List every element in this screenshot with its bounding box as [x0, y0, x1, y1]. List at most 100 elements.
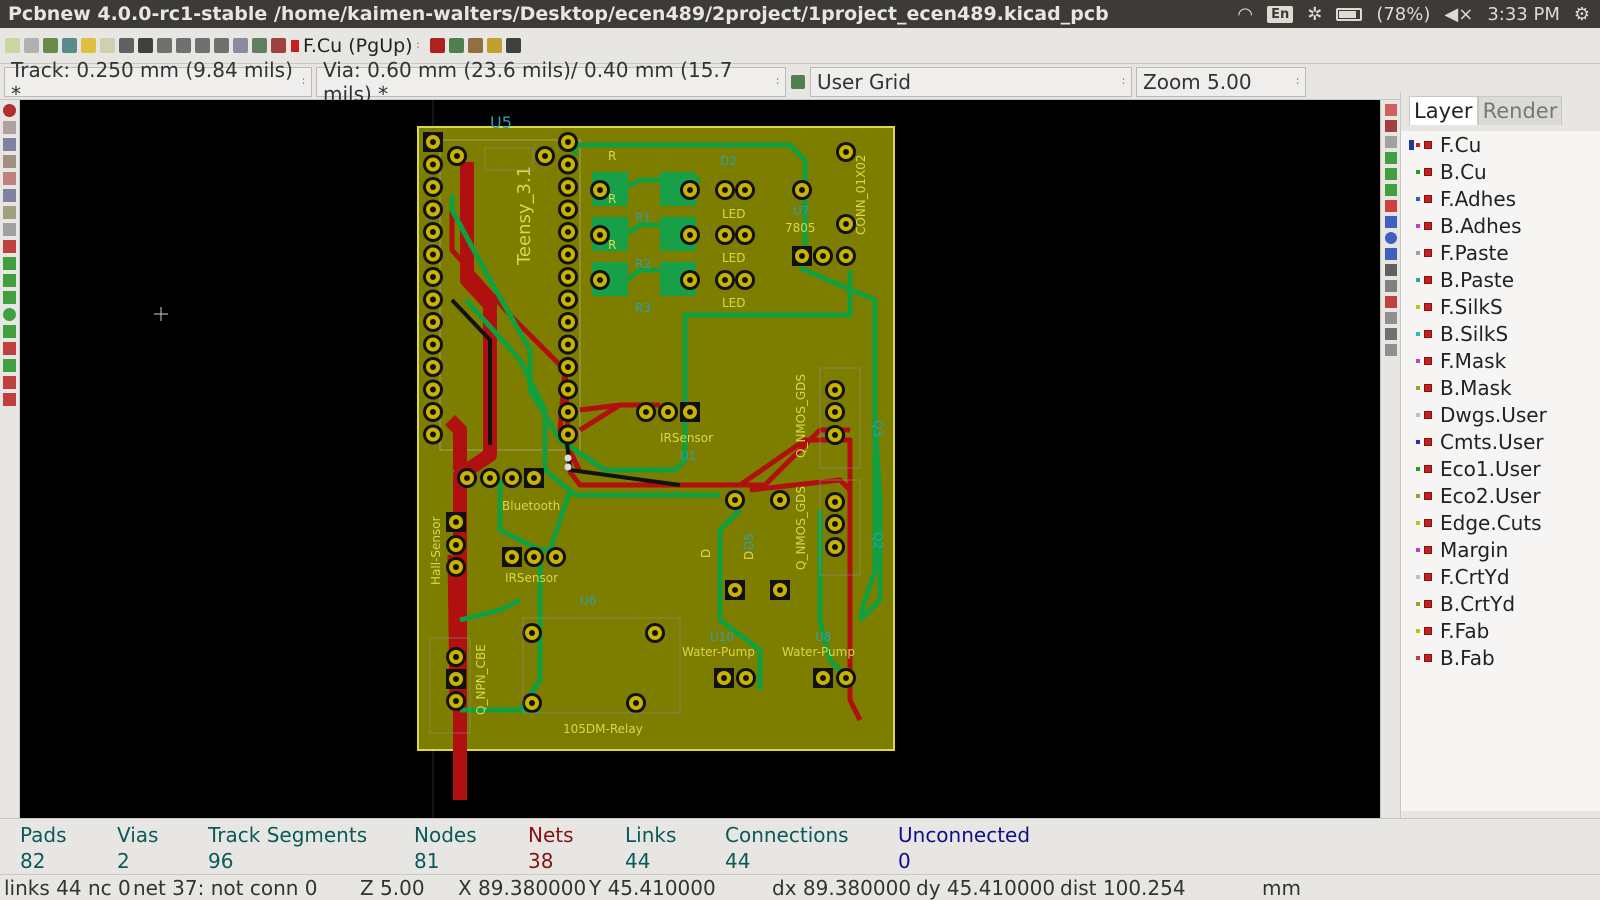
layer-color-swatch[interactable] [1416, 142, 1420, 147]
pad[interactable] [590, 225, 610, 245]
pad[interactable] [446, 557, 466, 577]
find-icon[interactable] [233, 38, 248, 53]
pad[interactable] [558, 177, 578, 197]
add-zone-icon[interactable] [1385, 200, 1397, 212]
via[interactable] [564, 454, 572, 462]
pad[interactable] [423, 379, 443, 400]
layer-row-f-mask[interactable]: F.Mask [1409, 347, 1600, 374]
pad[interactable] [680, 402, 700, 422]
via-size-select[interactable]: Via: 0.60 mm (23.6 mils)/ 0.40 mm (15.7 … [316, 58, 786, 106]
layer-color-swatch[interactable] [1416, 358, 1420, 363]
pad[interactable] [423, 199, 443, 220]
add-dimension-icon[interactable] [1385, 280, 1397, 292]
layer-visibility-checkbox[interactable] [1424, 140, 1432, 149]
pad[interactable] [735, 225, 755, 245]
pad[interactable] [535, 146, 555, 166]
layer-color-swatch[interactable] [1416, 520, 1420, 525]
microwave-toolbar-icon[interactable] [3, 376, 16, 389]
pad[interactable] [645, 623, 665, 643]
add-via-icon[interactable] [1385, 184, 1397, 196]
drc-off-icon[interactable] [3, 104, 16, 117]
layer-visibility-checkbox[interactable] [1424, 275, 1432, 284]
layer-row-b-mask[interactable]: B.Mask [1409, 374, 1600, 401]
zoom-fit-icon[interactable] [214, 38, 229, 53]
pad[interactable] [590, 180, 610, 200]
open-board-icon[interactable] [24, 38, 39, 53]
pad[interactable] [792, 246, 812, 266]
pad[interactable] [680, 180, 700, 200]
layer-visibility-checkbox[interactable] [1424, 437, 1432, 446]
pad[interactable] [825, 380, 845, 400]
layer-color-swatch[interactable] [1416, 196, 1420, 201]
pad[interactable] [813, 246, 833, 266]
pad[interactable] [825, 537, 845, 557]
highlight-net-icon[interactable] [1385, 120, 1397, 132]
layer-visibility-checkbox[interactable] [1424, 221, 1432, 230]
tab-layer[interactable]: Layer [1409, 96, 1478, 125]
pad[interactable] [825, 402, 845, 422]
ratsnest-icon[interactable] [3, 206, 16, 219]
delete-icon[interactable] [1385, 312, 1397, 324]
pad[interactable] [446, 669, 466, 689]
add-line-icon[interactable] [1385, 216, 1397, 228]
pad[interactable] [423, 267, 443, 287]
pad[interactable] [558, 289, 578, 310]
zoom-select[interactable]: Zoom 5.00 ∶ [1136, 66, 1306, 97]
local-ratsnest-icon[interactable] [1385, 136, 1397, 148]
pad[interactable] [423, 289, 443, 310]
layer-color-swatch[interactable] [1416, 466, 1420, 471]
pad[interactable] [626, 693, 646, 713]
plot-icon[interactable] [138, 38, 153, 53]
add-text-icon[interactable] [1385, 264, 1397, 276]
layer-row-edge-cuts[interactable]: Edge.Cuts [1409, 509, 1600, 536]
via[interactable] [564, 463, 572, 471]
layer-color-swatch[interactable] [1416, 331, 1420, 336]
layer-row-b-fab[interactable]: B.Fab [1409, 644, 1600, 671]
grid-select[interactable]: User Grid ∶ [810, 66, 1132, 97]
pad[interactable] [736, 668, 756, 688]
pad[interactable] [446, 535, 466, 555]
layer-visibility-checkbox[interactable] [1424, 356, 1432, 365]
layer-visibility-checkbox[interactable] [1424, 518, 1432, 527]
layer-color-swatch[interactable] [1416, 601, 1420, 606]
layer-visibility-checkbox[interactable] [1424, 248, 1432, 257]
layer-visibility-checkbox[interactable] [1424, 572, 1432, 581]
pad[interactable] [680, 270, 700, 290]
new-board-icon[interactable] [5, 38, 20, 53]
settings-gear-icon[interactable]: ⚙ [1574, 4, 1590, 25]
layer-color-swatch[interactable] [1416, 439, 1420, 444]
pad[interactable] [558, 402, 578, 422]
grid-origin-icon[interactable] [1385, 344, 1397, 356]
add-circle-icon[interactable] [1385, 232, 1397, 244]
pad[interactable] [524, 468, 544, 488]
zone-outline-icon[interactable] [3, 274, 16, 287]
pad[interactable] [558, 379, 578, 400]
pad[interactable] [735, 270, 755, 290]
layer-row-f-adhes[interactable]: F.Adhes [1409, 185, 1600, 212]
pad[interactable] [522, 623, 542, 643]
layer-row-b-cu[interactable]: B.Cu [1409, 158, 1600, 185]
redo-icon[interactable] [100, 38, 115, 53]
zone-off-icon[interactable] [3, 291, 16, 304]
pad[interactable] [423, 357, 443, 377]
layer-visibility-checkbox[interactable] [1424, 491, 1432, 500]
clock[interactable]: 3:33 PM [1487, 4, 1560, 25]
zoom-out-icon[interactable] [176, 38, 191, 53]
pad[interactable] [423, 244, 443, 265]
add-module-icon[interactable] [1385, 152, 1397, 164]
pad[interactable] [558, 222, 578, 242]
active-layer-select[interactable]: F.Cu (PgUp) ∶ [291, 35, 419, 57]
bluetooth-icon[interactable]: ✲ [1307, 4, 1322, 25]
keyboard-layout-indicator[interactable]: En [1267, 5, 1294, 23]
pad[interactable] [590, 270, 610, 290]
wifi-icon[interactable]: ◠ [1237, 4, 1253, 25]
inch-units-icon[interactable] [3, 155, 16, 168]
pad[interactable] [715, 180, 735, 200]
save-board-icon[interactable] [43, 38, 58, 53]
pad[interactable] [658, 402, 678, 422]
grid-icon[interactable] [449, 38, 465, 53]
pad[interactable] [825, 492, 845, 512]
pad[interactable] [423, 177, 443, 197]
layer-pair-icon[interactable] [430, 38, 446, 53]
undo-icon[interactable] [81, 38, 96, 53]
